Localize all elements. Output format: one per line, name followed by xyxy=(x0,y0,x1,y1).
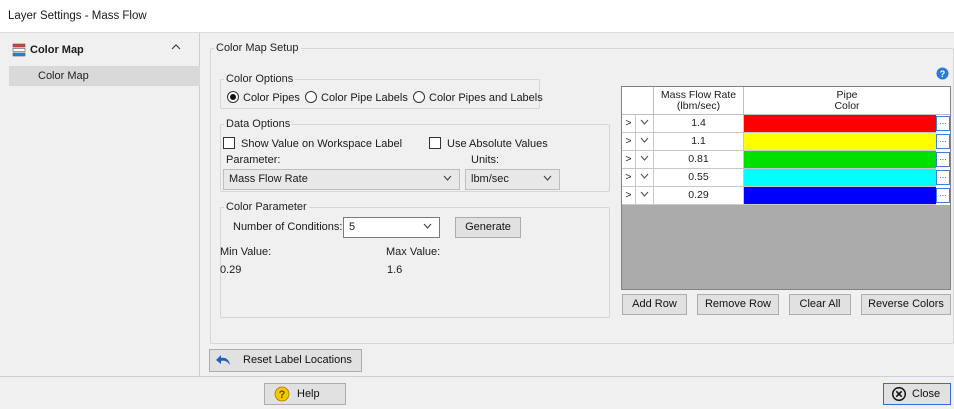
row-color-swatch[interactable] xyxy=(744,187,936,205)
row-value-cell[interactable]: 1.4 xyxy=(654,115,744,133)
table-row: >0.29... xyxy=(622,187,950,205)
conditions-label: Number of Conditions: xyxy=(233,221,343,233)
add-row-button[interactable]: Add Row xyxy=(622,294,687,315)
color-map-icon xyxy=(12,43,26,57)
checkbox-label: Use Absolute Values xyxy=(447,138,548,150)
color-picker-ellipsis-button[interactable]: ... xyxy=(936,116,950,131)
radio-label: Color Pipes and Labels xyxy=(429,92,543,104)
row-value-cell[interactable]: 0.81 xyxy=(654,151,744,169)
units-label: Units: xyxy=(471,154,500,166)
help-circle-icon[interactable]: ? xyxy=(936,67,949,83)
color-parameter-title: Color Parameter xyxy=(224,201,309,213)
svg-text:?: ? xyxy=(279,389,286,401)
conditions-value: 5 xyxy=(349,221,356,233)
close-label: Close xyxy=(912,388,941,400)
checkbox[interactable] xyxy=(223,137,235,149)
sidebar: Color Map Color Map xyxy=(0,33,200,376)
header-mass-flow-rate: Mass Flow Rate (lbm/sec) xyxy=(654,87,744,115)
chevron-down-icon xyxy=(543,172,552,187)
min-value-label: Min Value: xyxy=(220,246,272,258)
help-label: Help xyxy=(297,388,320,400)
reverse-colors-button[interactable]: Reverse Colors xyxy=(861,294,951,315)
row-color-swatch[interactable] xyxy=(744,133,936,151)
radio-label: Color Pipe Labels xyxy=(321,92,408,104)
row-color-swatch[interactable] xyxy=(744,169,936,187)
units-value: lbm/sec xyxy=(471,173,509,185)
row-dropdown-icon[interactable] xyxy=(636,151,654,169)
clear-all-button[interactable]: Clear All xyxy=(789,294,851,315)
chevron-up-icon[interactable] xyxy=(171,42,181,54)
reset-label-locations-button[interactable]: Reset Label Locations xyxy=(209,349,362,372)
max-value: 1.6 xyxy=(387,264,403,276)
help-button[interactable]: ? Help xyxy=(264,383,346,405)
generate-button[interactable]: Generate xyxy=(455,217,521,238)
color-picker-ellipsis-button[interactable]: ... xyxy=(936,170,950,185)
remove-row-button[interactable]: Remove Row xyxy=(697,294,779,315)
help-icon: ? xyxy=(274,386,290,405)
color-map-setup-title: Color Map Setup xyxy=(214,42,301,54)
chevron-down-icon xyxy=(423,220,432,235)
row-dropdown-icon[interactable] xyxy=(636,133,654,151)
row-value-cell[interactable]: 0.29 xyxy=(654,187,744,205)
table-header: Mass Flow Rate (lbm/sec) Pipe Color xyxy=(622,87,950,115)
radio-color-pipes[interactable]: Color Pipes xyxy=(227,91,300,104)
min-value: 0.29 xyxy=(220,264,242,276)
conditions-select[interactable]: 5 xyxy=(343,217,440,238)
reset-label-text: Reset Label Locations xyxy=(243,354,352,366)
row-dropdown-icon[interactable] xyxy=(636,115,654,133)
sidebar-section-label: Color Map xyxy=(30,44,84,56)
header-line: Color xyxy=(834,100,860,112)
undo-arrow-icon xyxy=(216,354,232,369)
row-expand-arrow[interactable]: > xyxy=(622,151,636,169)
row-color-swatch[interactable] xyxy=(744,115,936,133)
color-picker-ellipsis-button[interactable]: ... xyxy=(936,188,950,203)
color-picker-ellipsis-button[interactable]: ... xyxy=(936,152,950,167)
data-options-title: Data Options xyxy=(224,118,293,130)
parameter-value: Mass Flow Rate xyxy=(229,173,308,185)
row-expand-arrow[interactable]: > xyxy=(622,115,636,133)
row-expand-arrow[interactable]: > xyxy=(622,169,636,187)
svg-text:?: ? xyxy=(940,69,946,79)
color-picker-ellipsis-button[interactable]: ... xyxy=(936,134,950,149)
sidebar-item-color-map[interactable]: Color Map xyxy=(9,66,200,86)
radio-button[interactable] xyxy=(413,91,425,103)
radio-color-pipes-and-labels[interactable]: Color Pipes and Labels xyxy=(413,91,543,104)
sidebar-section-color-map[interactable]: Color Map xyxy=(0,41,200,61)
radio-color-pipe-labels[interactable]: Color Pipe Labels xyxy=(305,91,408,104)
radio-label: Color Pipes xyxy=(243,92,300,104)
close-circle-icon xyxy=(891,386,907,404)
table-row: >1.1... xyxy=(622,133,950,151)
radio-button[interactable] xyxy=(305,91,317,103)
header-line: (lbm/sec) xyxy=(676,100,721,112)
table-row: >0.55... xyxy=(622,169,950,187)
chevron-down-icon xyxy=(443,172,452,187)
parameter-select[interactable]: Mass Flow Rate xyxy=(223,169,460,190)
table-row: >0.81... xyxy=(622,151,950,169)
color-map-table: Mass Flow Rate (lbm/sec) Pipe Color >1.4… xyxy=(621,86,951,290)
checkbox[interactable] xyxy=(429,137,441,149)
footer-bar: ? Help Close xyxy=(0,376,954,409)
color-options-title: Color Options xyxy=(224,73,296,85)
header-blank xyxy=(622,87,654,115)
row-expand-arrow[interactable]: > xyxy=(622,187,636,205)
parameter-label: Parameter: xyxy=(226,154,281,166)
row-dropdown-icon[interactable] xyxy=(636,169,654,187)
show-value-checkbox[interactable]: Show Value on Workspace Label xyxy=(223,137,402,150)
row-dropdown-icon[interactable] xyxy=(636,187,654,205)
row-value-cell[interactable]: 0.55 xyxy=(654,169,744,187)
window-title: Layer Settings - Mass Flow xyxy=(0,0,954,33)
close-button[interactable]: Close xyxy=(883,383,951,405)
radio-button-selected[interactable] xyxy=(227,91,239,103)
max-value-label: Max Value: xyxy=(386,246,441,258)
checkbox-label: Show Value on Workspace Label xyxy=(241,138,403,150)
table-row: >1.4... xyxy=(622,115,950,133)
absolute-values-checkbox[interactable]: Use Absolute Values xyxy=(429,137,548,150)
header-pipe-color: Pipe Color xyxy=(744,87,950,115)
row-value-cell[interactable]: 1.1 xyxy=(654,133,744,151)
units-select[interactable]: lbm/sec xyxy=(465,169,560,190)
row-expand-arrow[interactable]: > xyxy=(622,133,636,151)
row-color-swatch[interactable] xyxy=(744,151,936,169)
